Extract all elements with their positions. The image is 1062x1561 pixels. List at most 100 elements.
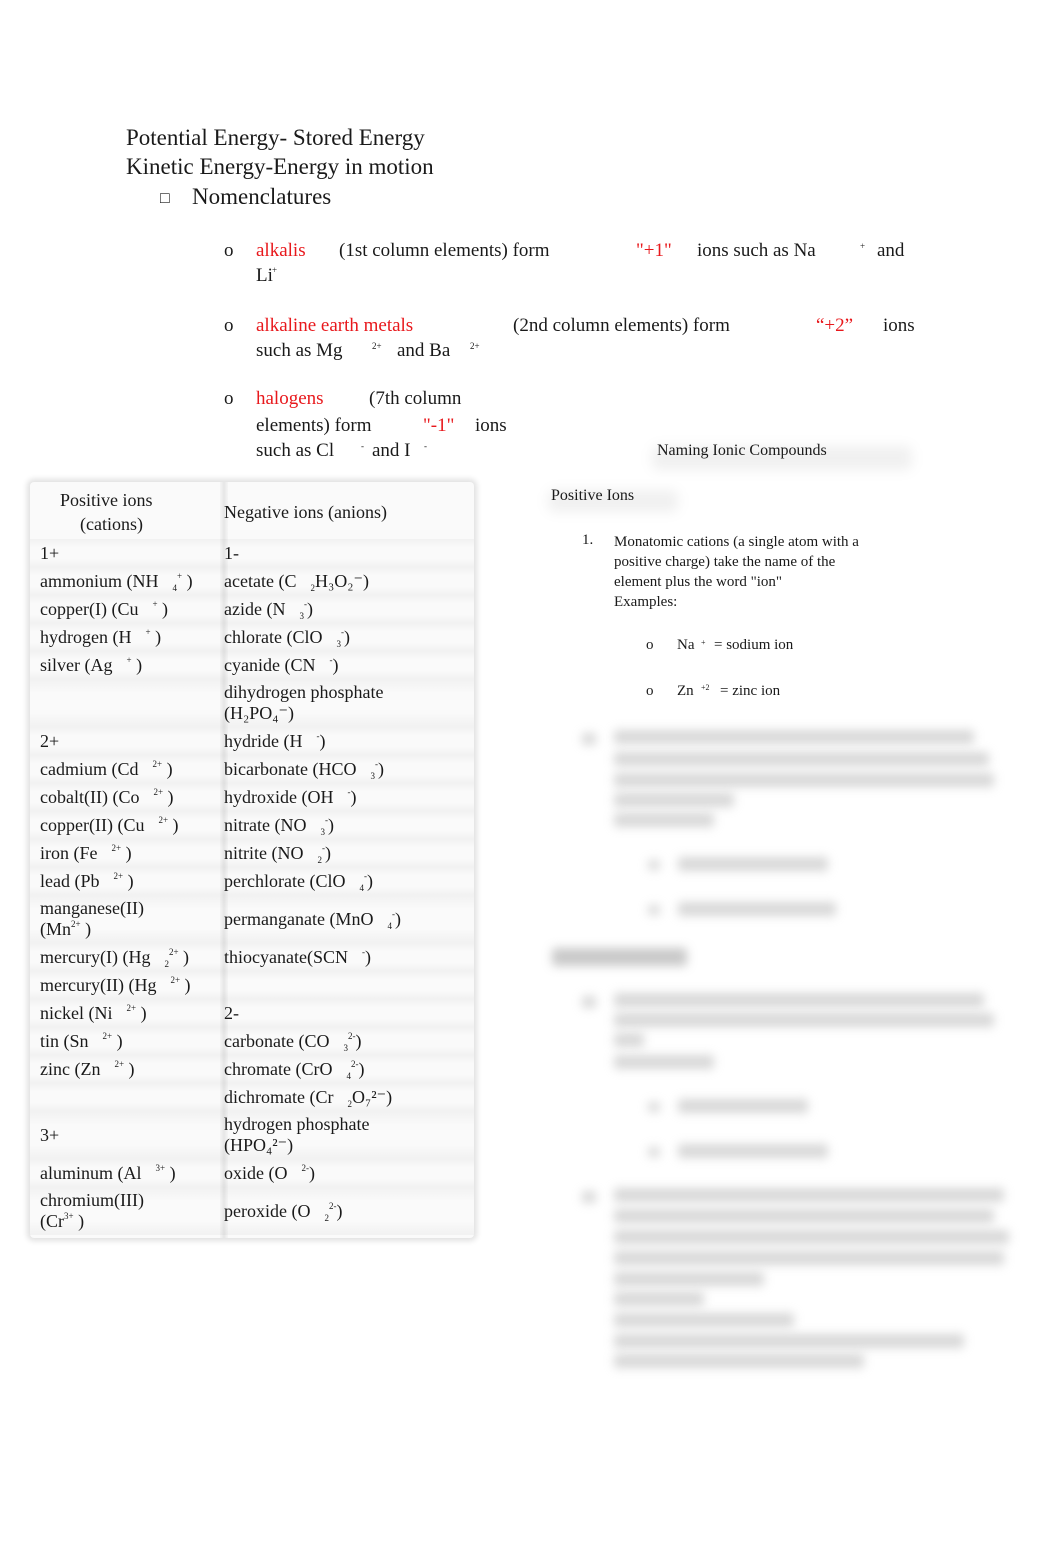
- charge: +: [152, 599, 158, 609]
- text: such as Cl: [256, 440, 335, 461]
- charge: 2+: [152, 759, 163, 769]
- subscript: 3: [320, 827, 325, 837]
- term-alkalis: alkalis: [256, 240, 306, 261]
- superscript: +: [860, 241, 866, 251]
- table-row: tin (Sn 2+ ) carbonate (CO 32-): [30, 1027, 474, 1055]
- text: = zinc ion: [720, 683, 781, 699]
- anion-cell: hydride (H -): [224, 731, 326, 751]
- line: element plus the word "ion": [614, 574, 783, 590]
- anion-cell: carbonate (CO 32-): [224, 1031, 362, 1053]
- cation-name: mercury(II) (Hg: [40, 975, 157, 995]
- table-row: copper(II) (Cu 2+ ) nitrate (NO 3-): [30, 811, 474, 839]
- cation-name: cobalt(II) (Co: [40, 787, 140, 807]
- cation-cell: 1+: [40, 543, 59, 564]
- cation-name: 1+: [40, 543, 60, 563]
- anion-cell: chromate (CrO 42-): [224, 1059, 365, 1081]
- bullet: o: [224, 240, 234, 261]
- desc: (7th column: [369, 388, 462, 409]
- subscript: 2: [164, 959, 169, 969]
- cation-cell: 2+: [40, 731, 59, 752]
- anion-name: hydride (H: [224, 731, 303, 751]
- charge: 3+: [64, 1211, 74, 1221]
- anion-cell: 1-: [224, 543, 239, 564]
- cation-cell: iron (Fe 2+ ): [40, 843, 132, 863]
- superscript: 2+: [372, 341, 382, 351]
- table-row: dihydrogen phosphate (H₂PO₄⁻): [30, 679, 474, 727]
- cation-cell: mercury(II) (Hg 2+ ): [40, 975, 191, 995]
- cation-name: mercury(I) (Hg: [40, 947, 151, 967]
- cation-name: 2+: [40, 731, 60, 751]
- anion-cell: nitrite (NO 2-): [224, 843, 331, 865]
- cation-cell: nickel (Ni 2+ ): [40, 1003, 147, 1023]
- superscript: +: [272, 265, 278, 275]
- subscript: 3: [370, 771, 375, 781]
- charge: 2-: [347, 1031, 356, 1041]
- charge: 2-: [350, 1059, 359, 1069]
- table-row: lead (Pb 2+ ) perchlorate (ClO 4-): [30, 867, 474, 895]
- charge: -: [374, 759, 378, 769]
- heading-potential-energy: Potential Energy- Stored Energy: [126, 125, 425, 150]
- superscript: +: [701, 638, 706, 647]
- section-nomenclatures: Nomenclatures: [192, 184, 332, 209]
- bullet: o: [224, 315, 234, 336]
- charge: +: [126, 655, 132, 665]
- anion-name: hydroxide (OH: [224, 787, 334, 807]
- item1-text: Monatomic cations (a single atom with a …: [614, 532, 859, 612]
- cation-cell: cadmium (Cd 2+ ): [40, 759, 173, 779]
- anion-name: cyanide (CN: [224, 655, 316, 675]
- anion-name: nitrate (NO: [224, 815, 307, 835]
- cation-name: iron (Fe: [40, 843, 98, 863]
- charge: 2+: [114, 1059, 125, 1069]
- charge: 2+: [158, 815, 169, 825]
- right-panel-title: Naming Ionic Compounds: [657, 442, 827, 459]
- cation-name: ammonium (NH: [40, 571, 159, 591]
- bullet: o: [646, 637, 654, 653]
- cation-name: tin (Sn: [40, 1031, 89, 1051]
- cation-cell: copper(II) (Cu 2+ ): [40, 815, 179, 835]
- anion-formula: (H₂PO₄⁻): [224, 703, 295, 723]
- charge: +: [177, 571, 183, 581]
- text: elements) form: [256, 415, 372, 436]
- superscript: +2: [701, 683, 710, 692]
- charge-plus-two: “+2”: [816, 315, 854, 336]
- ion: Na: [677, 637, 695, 653]
- text: ions such as Na: [697, 240, 816, 261]
- cation-formula: (Mn: [40, 919, 71, 939]
- cation-cell: 3+: [40, 1125, 59, 1146]
- ion-table: Positive ions (cations) Negative ions (ani…: [30, 482, 474, 1238]
- cation-name: aluminum (Al: [40, 1163, 142, 1183]
- cation-name: lead (Pb: [40, 871, 100, 891]
- anion-name: azide (N: [224, 599, 286, 619]
- cation-formula: (Cr: [40, 1211, 64, 1231]
- table-row: 2+ hydride (H -): [30, 727, 474, 755]
- charge: -: [340, 627, 344, 637]
- cation-cell: lead (Pb 2+ ): [40, 871, 134, 891]
- table-row: manganese(II) (Mn2+ ) permanganate (MnO 4-): [30, 895, 474, 943]
- cation-name: nickel (Ni: [40, 1003, 113, 1023]
- cation-cell: cobalt(II) (Co 2+ ): [40, 787, 174, 807]
- table-row: zinc (Zn 2+ ) chromate (CrO 42-): [30, 1055, 474, 1083]
- ion: Zn: [677, 683, 694, 699]
- cation-cell: copper(I) (Cu + ): [40, 599, 169, 619]
- charge: 2+: [113, 871, 124, 881]
- anion-cell: dihydrogen phosphate (H₂PO₄⁻): [224, 682, 383, 724]
- subscript: 4: [387, 921, 392, 931]
- anion-cell: hydroxide (OH -): [224, 787, 357, 807]
- table-row: dichromate (Cr 2O₇²⁻): [30, 1083, 474, 1111]
- anion-cell: hydrogen phosphate (HPO₄²⁻): [224, 1114, 369, 1156]
- anion-name: chromate (CrO: [224, 1059, 333, 1079]
- charge: -: [324, 815, 328, 825]
- cation-name: chromium(III): [40, 1190, 144, 1210]
- cation-cell: ammonium (NH 4+ ): [40, 571, 193, 593]
- anion-name: acetate (C: [224, 571, 297, 591]
- anion-cell: 2-: [224, 1003, 239, 1024]
- term-halogens: halogens: [256, 388, 324, 409]
- line: positive charge) take the name of the: [614, 554, 836, 570]
- table-row: aluminum (Al 3+ ) oxide (O 2-): [30, 1159, 474, 1187]
- table-row: 1+ 1-: [30, 539, 474, 567]
- cation-name: zinc (Zn: [40, 1059, 101, 1079]
- anion-name: dichromate (Cr: [224, 1087, 334, 1107]
- anion-cell: peroxide (O 22-): [224, 1201, 343, 1223]
- cation-cell: mercury(I) (Hg 22+ ): [40, 947, 190, 969]
- anion-name: 1-: [224, 543, 239, 563]
